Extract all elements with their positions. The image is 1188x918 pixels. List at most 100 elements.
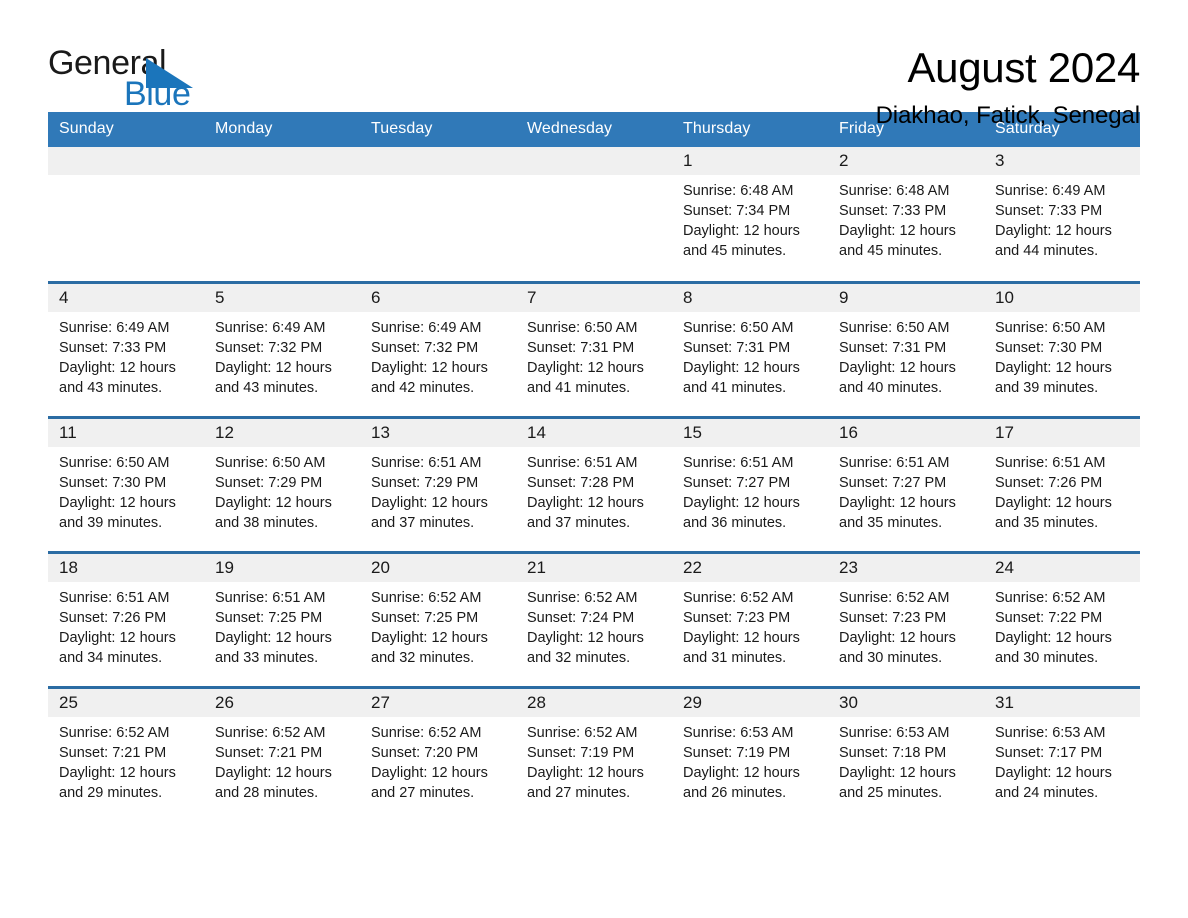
calendar-page: General Blue August 2024 Diakhao, Fatick…: [0, 0, 1188, 918]
calendar-day-cell[interactable]: 29 Sunrise: 6:53 AM Sunset: 7:19 PM Dayligh…: [672, 685, 828, 822]
calendar-day-cell[interactable]: 26 Sunrise: 6:52 AM Sunset: 7:21 PM Dayligh…: [204, 685, 360, 822]
calendar-day-cell[interactable]: 2 Sunrise: 6:48 AM Sunset: 7:33 PM Daylight…: [828, 147, 984, 282]
daylight-text: Daylight: 12 hours and 42 minutes.: [371, 359, 488, 396]
sunset-text: Sunset: 7:25 PM: [215, 609, 323, 626]
calendar-day-cell[interactable]: 15 Sunrise: 6:51 AM Sunset: 7:27 PM Dayligh…: [672, 415, 828, 552]
day-details: Sunrise: 6:51 AM Sunset: 7:27 PM Daylight:…: [828, 447, 984, 533]
day-number: 31: [984, 688, 1140, 717]
calendar-day-cell[interactable]: 18 Sunrise: 6:51 AM Sunset: 7:26 PM Dayligh…: [48, 550, 204, 687]
sunset-text: Sunset: 7:24 PM: [527, 609, 635, 626]
day-number: 13: [360, 418, 516, 447]
daylight-text: Daylight: 12 hours and 32 minutes.: [371, 629, 488, 666]
day-details: Sunrise: 6:49 AM Sunset: 7:33 PM Daylight:…: [984, 175, 1140, 261]
calendar-day-cell[interactable]: 7 Sunrise: 6:50 AM Sunset: 7:31 PM Daylight…: [516, 280, 672, 417]
day-number: [48, 147, 204, 175]
day-details: Sunrise: 6:52 AM Sunset: 7:19 PM Daylight:…: [516, 717, 672, 803]
sunset-text: Sunset: 7:33 PM: [59, 339, 167, 356]
daylight-text: Daylight: 12 hours and 33 minutes.: [215, 629, 332, 666]
day-details: Sunrise: 6:51 AM Sunset: 7:26 PM Daylight:…: [984, 447, 1140, 533]
day-number: 21: [516, 553, 672, 582]
sunrise-text: Sunrise: 6:48 AM: [839, 183, 950, 199]
day-details: Sunrise: 6:49 AM Sunset: 7:32 PM Daylight:…: [360, 312, 516, 398]
calendar-week-row: 18 Sunrise: 6:51 AM Sunset: 7:26 PM Dayligh…: [48, 550, 1140, 687]
day-number: 16: [828, 418, 984, 447]
sunrise-text: Sunrise: 6:51 AM: [683, 454, 794, 471]
day-number: [516, 147, 672, 175]
sunrise-text: Sunrise: 6:52 AM: [215, 724, 326, 741]
day-number: 7: [516, 283, 672, 312]
day-details: Sunrise: 6:52 AM Sunset: 7:25 PM Daylight:…: [360, 582, 516, 668]
sunrise-text: Sunrise: 6:50 AM: [683, 319, 794, 336]
calendar-day-cell[interactable]: 31 Sunrise: 6:53 AM Sunset: 7:17 PM Dayligh…: [984, 685, 1140, 822]
day-details: Sunrise: 6:51 AM Sunset: 7:26 PM Daylight:…: [48, 582, 204, 668]
calendar-day-cell[interactable]: 21 Sunrise: 6:52 AM Sunset: 7:24 PM Dayligh…: [516, 550, 672, 687]
sunset-text: Sunset: 7:31 PM: [839, 339, 947, 356]
sunrise-text: Sunrise: 6:51 AM: [839, 454, 950, 471]
sunrise-text: Sunrise: 6:51 AM: [527, 454, 638, 471]
daylight-text: Daylight: 12 hours and 45 minutes.: [839, 223, 956, 259]
sunrise-text: Sunrise: 6:50 AM: [59, 454, 170, 471]
calendar-day-cell[interactable]: 17 Sunrise: 6:51 AM Sunset: 7:26 PM Dayligh…: [984, 415, 1140, 552]
sunrise-text: Sunrise: 6:53 AM: [995, 724, 1106, 741]
calendar-day-cell[interactable]: 24 Sunrise: 6:52 AM Sunset: 7:22 PM Dayligh…: [984, 550, 1140, 687]
day-number: 1: [672, 147, 828, 175]
daylight-text: Daylight: 12 hours and 30 minutes.: [995, 629, 1112, 666]
calendar-day-cell[interactable]: 5 Sunrise: 6:49 AM Sunset: 7:32 PM Daylight…: [204, 280, 360, 417]
day-details: Sunrise: 6:49 AM Sunset: 7:32 PM Daylight:…: [204, 312, 360, 398]
daylight-text: Daylight: 12 hours and 31 minutes.: [683, 629, 800, 666]
daylight-text: Daylight: 12 hours and 43 minutes.: [59, 359, 176, 396]
calendar-day-cell[interactable]: 28 Sunrise: 6:52 AM Sunset: 7:19 PM Dayligh…: [516, 685, 672, 822]
calendar-day-cell[interactable]: 14 Sunrise: 6:51 AM Sunset: 7:28 PM Dayligh…: [516, 415, 672, 552]
calendar-day-cell[interactable]: 10 Sunrise: 6:50 AM Sunset: 7:30 PM Dayligh…: [984, 280, 1140, 417]
calendar-day-cell[interactable]: 8 Sunrise: 6:50 AM Sunset: 7:31 PM Daylight…: [672, 280, 828, 417]
day-details: Sunrise: 6:50 AM Sunset: 7:29 PM Daylight:…: [204, 447, 360, 533]
calendar-day-cell[interactable]: 23 Sunrise: 6:52 AM Sunset: 7:23 PM Dayligh…: [828, 550, 984, 687]
day-number: 25: [48, 688, 204, 717]
day-details: Sunrise: 6:48 AM Sunset: 7:33 PM Daylight:…: [828, 175, 984, 261]
calendar-day-cell[interactable]: 22 Sunrise: 6:52 AM Sunset: 7:23 PM Dayligh…: [672, 550, 828, 687]
sunset-text: Sunset: 7:29 PM: [215, 474, 323, 491]
day-number: 26: [204, 688, 360, 717]
daylight-text: Daylight: 12 hours and 39 minutes.: [59, 494, 176, 531]
day-number: 4: [48, 283, 204, 312]
calendar-day-cell[interactable]: 3 Sunrise: 6:49 AM Sunset: 7:33 PM Daylight…: [984, 147, 1140, 282]
day-number: 23: [828, 553, 984, 582]
daylight-text: Daylight: 12 hours and 25 minutes.: [839, 764, 956, 801]
calendar-day-cell[interactable]: 30 Sunrise: 6:53 AM Sunset: 7:18 PM Dayligh…: [828, 685, 984, 822]
calendar-day-cell[interactable]: 11 Sunrise: 6:50 AM Sunset: 7:30 PM Dayligh…: [48, 415, 204, 552]
calendar-week-row: 1 Sunrise: 6:48 AM Sunset: 7:34 PM Daylight…: [48, 147, 1140, 282]
calendar-day-cell[interactable]: 27 Sunrise: 6:52 AM Sunset: 7:20 PM Dayligh…: [360, 685, 516, 822]
sunset-text: Sunset: 7:30 PM: [995, 339, 1103, 356]
calendar-day-cell[interactable]: 25 Sunrise: 6:52 AM Sunset: 7:21 PM Dayligh…: [48, 685, 204, 822]
daylight-text: Daylight: 12 hours and 39 minutes.: [995, 359, 1112, 396]
day-details: Sunrise: 6:51 AM Sunset: 7:29 PM Daylight:…: [360, 447, 516, 533]
daylight-text: Daylight: 12 hours and 35 minutes.: [839, 494, 956, 531]
sunrise-text: Sunrise: 6:51 AM: [215, 589, 326, 606]
day-number: 30: [828, 688, 984, 717]
sunset-text: Sunset: 7:21 PM: [59, 744, 167, 761]
daylight-text: Daylight: 12 hours and 32 minutes.: [527, 629, 644, 666]
calendar-day-cell[interactable]: 4 Sunrise: 6:49 AM Sunset: 7:33 PM Daylight…: [48, 280, 204, 417]
sunset-text: Sunset: 7:27 PM: [683, 474, 791, 491]
day-details: Sunrise: 6:52 AM Sunset: 7:21 PM Daylight:…: [204, 717, 360, 803]
calendar-day-cell[interactable]: 19 Sunrise: 6:51 AM Sunset: 7:25 PM Dayligh…: [204, 550, 360, 687]
calendar-day-cell[interactable]: 1 Sunrise: 6:48 AM Sunset: 7:34 PM Daylight…: [672, 147, 828, 282]
calendar-day-cell[interactable]: 20 Sunrise: 6:52 AM Sunset: 7:25 PM Dayligh…: [360, 550, 516, 687]
calendar-day-cell[interactable]: 9 Sunrise: 6:50 AM Sunset: 7:31 PM Daylight…: [828, 280, 984, 417]
day-number: 22: [672, 553, 828, 582]
daylight-text: Daylight: 12 hours and 37 minutes.: [371, 494, 488, 531]
day-details: Sunrise: 6:51 AM Sunset: 7:27 PM Daylight:…: [672, 447, 828, 533]
sunrise-text: Sunrise: 6:52 AM: [59, 724, 170, 741]
daylight-text: Daylight: 12 hours and 35 minutes.: [995, 494, 1112, 531]
day-details: Sunrise: 6:50 AM Sunset: 7:30 PM Daylight:…: [984, 312, 1140, 398]
calendar-table: Sunday Monday Tuesday Wednesday Thursday…: [48, 112, 1140, 822]
sunset-text: Sunset: 7:21 PM: [215, 744, 323, 761]
calendar-day-cell[interactable]: 16 Sunrise: 6:51 AM Sunset: 7:27 PM Dayligh…: [828, 415, 984, 552]
brand-logo[interactable]: General Blue: [48, 46, 198, 112]
calendar-day-cell[interactable]: 6 Sunrise: 6:49 AM Sunset: 7:32 PM Daylight…: [360, 280, 516, 417]
calendar-day-cell[interactable]: 13 Sunrise: 6:51 AM Sunset: 7:29 PM Dayligh…: [360, 415, 516, 552]
day-number: 20: [360, 553, 516, 582]
calendar-cell-empty: [360, 147, 516, 282]
day-number: 15: [672, 418, 828, 447]
calendar-day-cell[interactable]: 12 Sunrise: 6:50 AM Sunset: 7:29 PM Dayligh…: [204, 415, 360, 552]
